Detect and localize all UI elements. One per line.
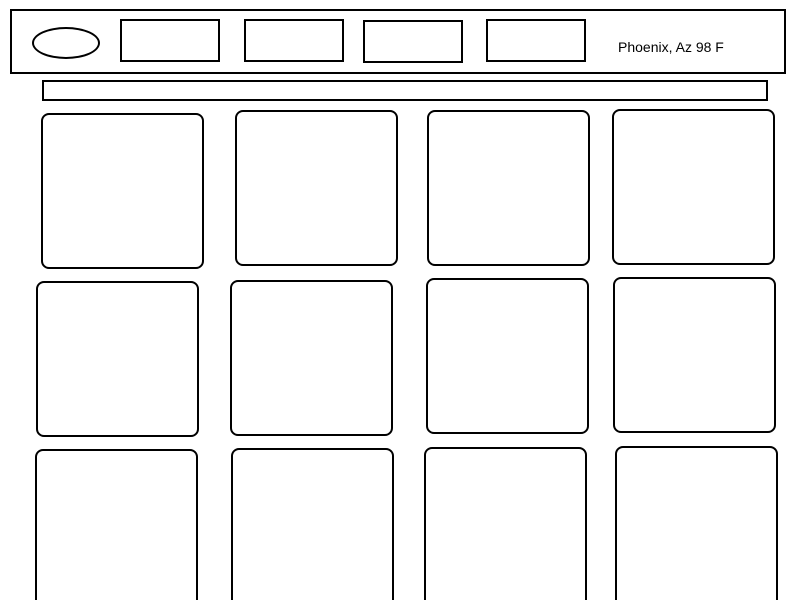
grid-tile[interactable] xyxy=(231,448,394,600)
nav-item-3[interactable] xyxy=(363,20,463,63)
grid-tile[interactable] xyxy=(427,110,590,266)
grid-tile[interactable] xyxy=(613,277,776,433)
top-header: Phoenix, Az 98 F xyxy=(10,9,786,74)
nav-item-2[interactable] xyxy=(244,19,344,62)
grid-tile[interactable] xyxy=(235,110,398,266)
grid-tile[interactable] xyxy=(612,109,775,265)
grid-tile[interactable] xyxy=(615,446,778,600)
grid-tile[interactable] xyxy=(426,278,589,434)
grid-tile[interactable] xyxy=(35,449,198,600)
grid-tile[interactable] xyxy=(424,447,587,600)
logo-placeholder[interactable] xyxy=(32,27,100,59)
nav-item-1[interactable] xyxy=(120,19,220,62)
banner-bar xyxy=(42,80,768,101)
nav-item-4[interactable] xyxy=(486,19,586,62)
grid-tile[interactable] xyxy=(36,281,199,437)
grid-tile[interactable] xyxy=(230,280,393,436)
grid-tile[interactable] xyxy=(41,113,204,269)
weather-status: Phoenix, Az 98 F xyxy=(618,39,724,55)
